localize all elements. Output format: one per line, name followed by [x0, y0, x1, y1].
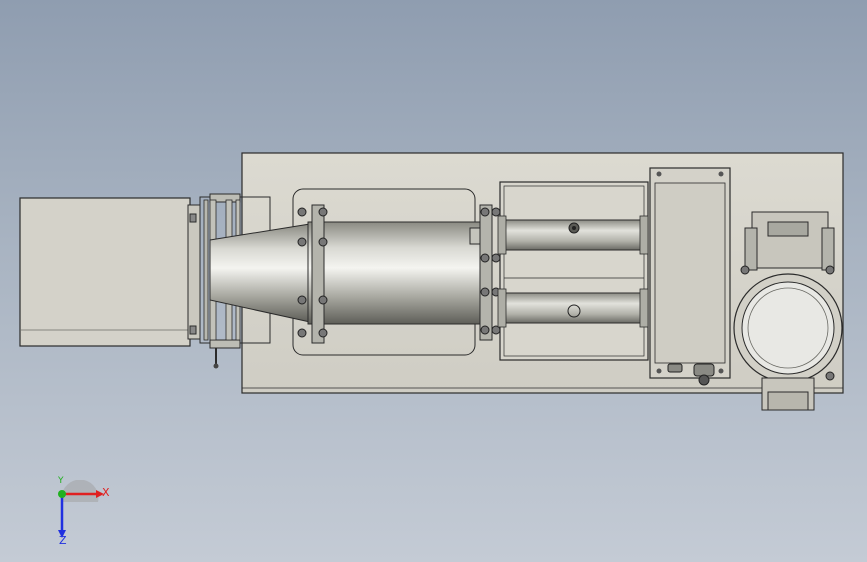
x-axis-label: X: [102, 486, 110, 499]
inlet-hopper[interactable]: [19, 197, 191, 347]
y-axis-dot: [58, 490, 66, 498]
cad-model[interactable]: [0, 0, 867, 562]
control-box[interactable]: [649, 167, 731, 386]
cad-viewport[interactable]: X Y Z: [0, 0, 867, 562]
lower-tube[interactable]: [499, 292, 647, 324]
cone-reducer[interactable]: [209, 223, 311, 323]
axis-triad: X Y Z: [40, 476, 120, 550]
z-axis-label: Z: [59, 534, 67, 547]
manifold-housing[interactable]: [499, 181, 649, 361]
y-axis-label: Y: [58, 476, 64, 486]
main-pipe[interactable]: [307, 221, 484, 325]
